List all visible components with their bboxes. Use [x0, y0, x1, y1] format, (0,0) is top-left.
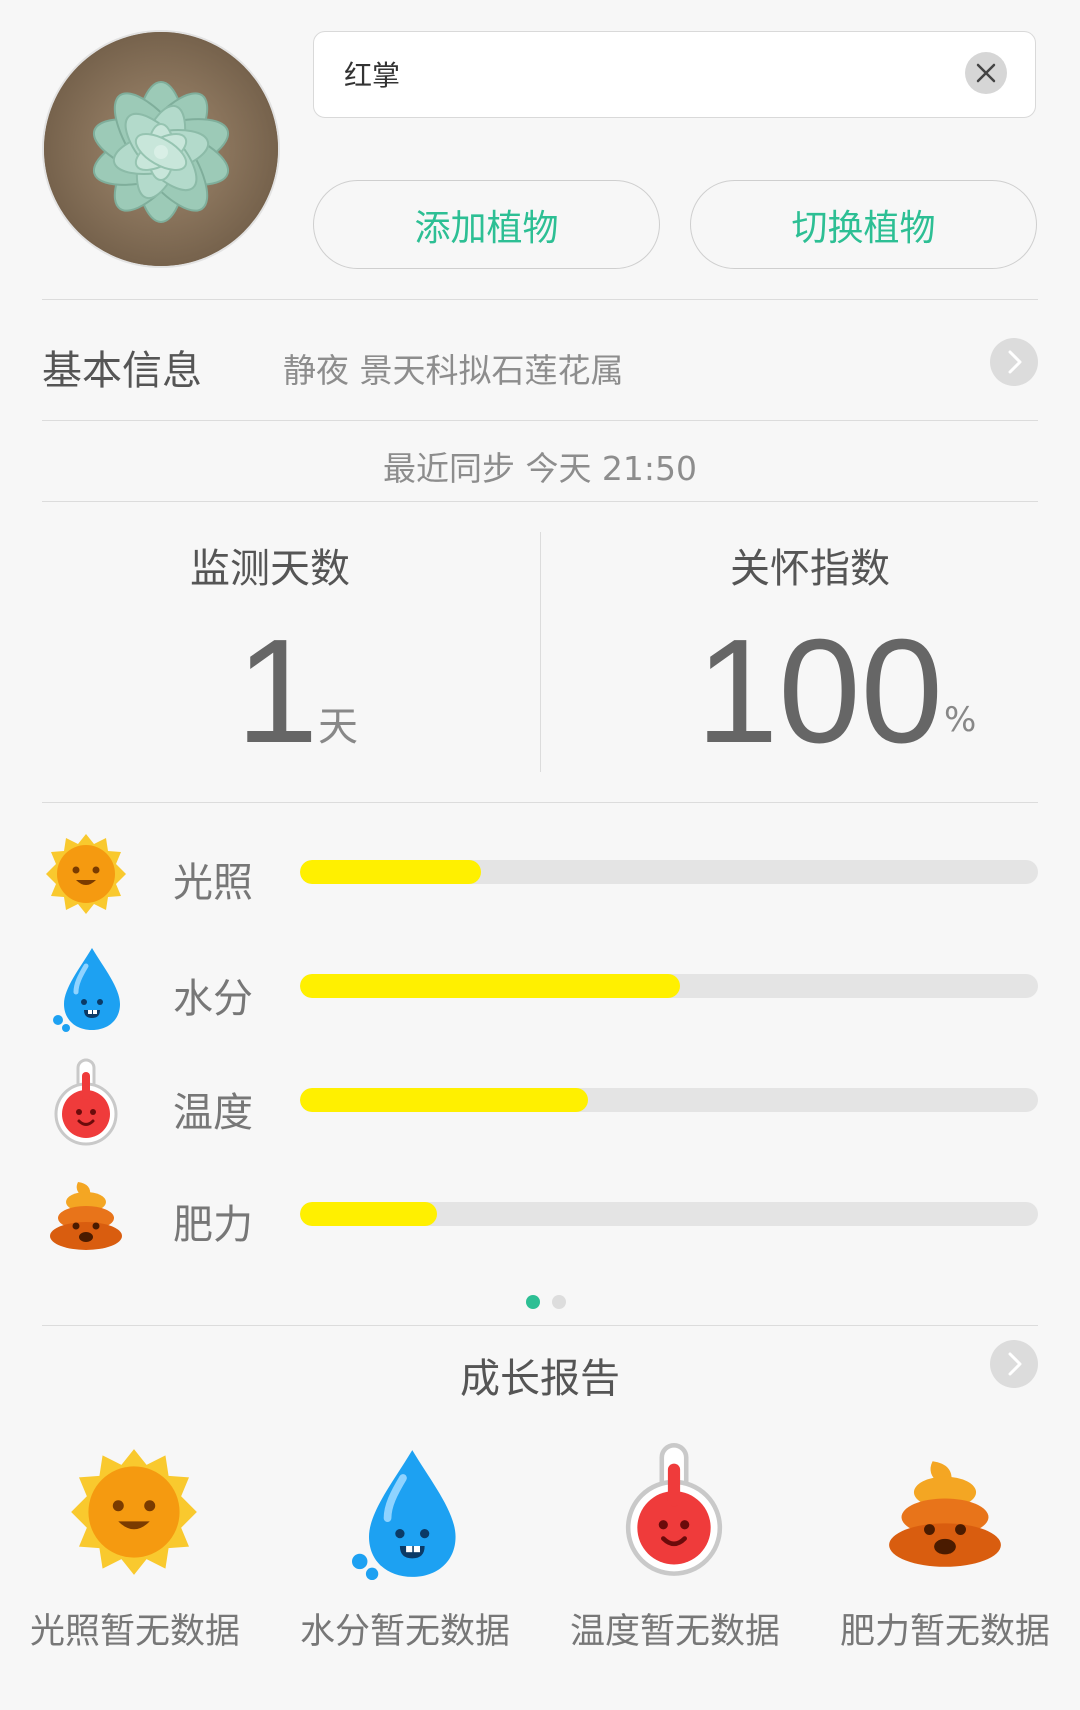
fertilizer-icon: [886, 1458, 1004, 1574]
temperature-progress-bar: [300, 1088, 1038, 1112]
divider: [42, 501, 1038, 502]
succulent-image: [44, 32, 278, 266]
plant-photo[interactable]: [44, 32, 278, 266]
basic-info-arrow-button[interactable]: [990, 338, 1038, 386]
plant-name-text: 红掌: [344, 59, 401, 92]
basic-info-label: 基本信息: [42, 348, 202, 394]
last-sync-text: 最近同步 今天 21:50: [382, 449, 698, 488]
switch-plant-button[interactable]: 切换植物: [690, 180, 1037, 269]
monitor-days-title: 监测天数: [190, 546, 350, 592]
care-index-title: 关怀指数: [730, 546, 890, 592]
thermometer-icon: [619, 1442, 729, 1584]
divider: [42, 1325, 1038, 1326]
page-indicator: [520, 1294, 572, 1313]
divider: [42, 299, 1038, 300]
monitor-days-value: 1: [236, 609, 319, 774]
metric-label-water: 水分: [173, 976, 253, 1022]
sun-icon: [68, 1446, 200, 1582]
temperature-no-data-text: 温度暂无数据: [569, 1612, 780, 1652]
metric-label-light: 光照: [173, 860, 253, 906]
growth-report-arrow-button[interactable]: [990, 1340, 1038, 1388]
water-drop-icon: [344, 1444, 462, 1584]
water-drop-icon: [48, 944, 124, 1036]
close-icon: [976, 63, 996, 83]
temperature-progress-fill: [300, 1088, 588, 1112]
water-progress-fill: [300, 974, 681, 998]
water-no-data-text: 水分暂无数据: [299, 1612, 510, 1652]
sun-icon: [44, 832, 128, 920]
light-no-data-text: 光照暂无数据: [29, 1612, 240, 1652]
thermometer-icon: [50, 1058, 122, 1152]
monitor-days-unit: 天: [318, 704, 358, 750]
page-dot[interactable]: [552, 1295, 566, 1309]
care-index-value: 100: [696, 609, 943, 774]
metric-label-temperature: 温度: [173, 1090, 253, 1136]
fertility-no-data-text: 肥力暂无数据: [839, 1612, 1050, 1652]
chevron-right-icon: [1008, 1352, 1022, 1376]
chevron-right-icon: [1008, 350, 1022, 374]
plant-name-field[interactable]: 红掌: [313, 31, 1036, 118]
fertility-progress-bar: [300, 1202, 1038, 1226]
fertilizer-icon: [48, 1180, 124, 1256]
clear-name-button[interactable]: [965, 52, 1007, 94]
basic-info-value: 静夜 景天科拟石莲花属: [283, 351, 624, 390]
fertility-progress-fill: [300, 1202, 437, 1226]
light-progress-bar: [300, 860, 1038, 884]
add-plant-button[interactable]: 添加植物: [313, 180, 660, 269]
divider: [42, 802, 1038, 803]
water-progress-bar: [300, 974, 1038, 998]
growth-report-title: 成长报告: [460, 1356, 620, 1402]
divider: [42, 420, 1038, 421]
light-progress-fill: [300, 860, 481, 884]
page-dot-active[interactable]: [526, 1295, 540, 1309]
care-index-unit: %: [944, 700, 977, 740]
metric-label-fertility: 肥力: [173, 1202, 253, 1248]
